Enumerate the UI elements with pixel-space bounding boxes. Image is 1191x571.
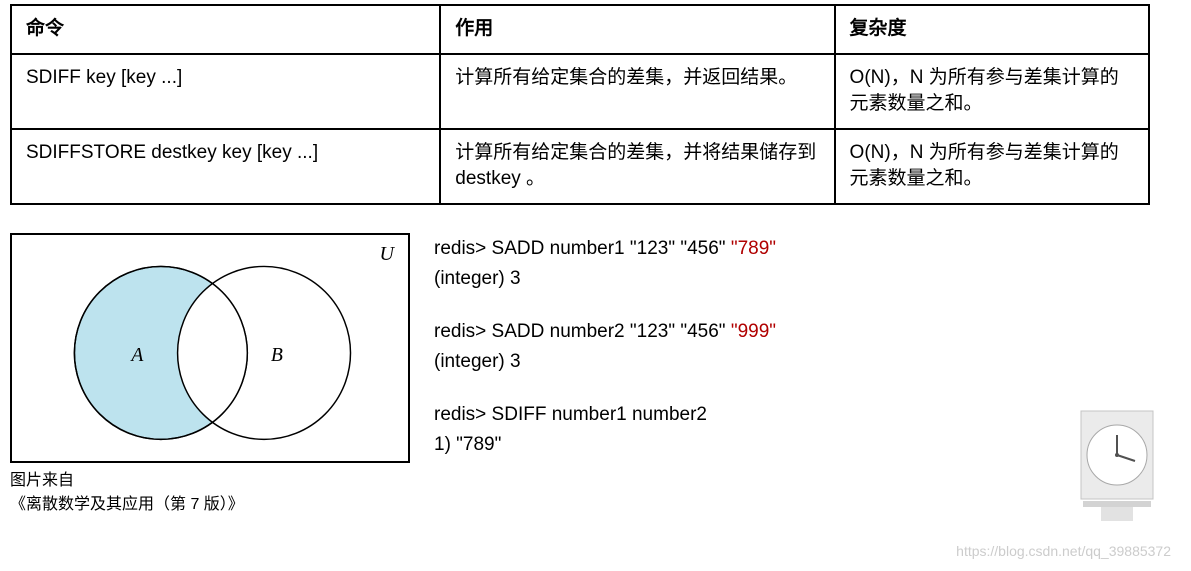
cell-desc: 计算所有给定集合的差集，并将结果储存到 destkey 。 <box>440 129 834 204</box>
caption-line: 《离散数学及其应用（第 7 版）》 <box>10 493 410 517</box>
venn-block: U A B 图片来自 《离散数学及其应用（第 7 版）》 <box>10 233 410 517</box>
venn-diagram-icon: A B <box>12 235 408 461</box>
code-line: (integer) 3 <box>434 265 776 294</box>
highlight-red: "999" <box>731 321 776 342</box>
code-line: redis> SDIFF number1 number2 <box>434 401 776 430</box>
table-row: SDIFF key [key ...] 计算所有给定集合的差集，并返回结果。 O… <box>11 54 1149 129</box>
cell-cmd: SDIFFSTORE destkey key [key ...] <box>11 129 440 204</box>
table-header-row: 命令 作用 复杂度 <box>11 5 1149 54</box>
header-complexity: 复杂度 <box>835 5 1149 54</box>
venn-caption: 图片来自 《离散数学及其应用（第 7 版）》 <box>10 469 410 517</box>
cell-complexity: O(N)，N 为所有参与差集计算的元素数量之和。 <box>835 54 1149 129</box>
venn-label-b: B <box>271 344 283 366</box>
highlight-red: "789" <box>731 238 776 259</box>
table-row: SDIFFSTORE destkey key [key ...] 计算所有给定集… <box>11 129 1149 204</box>
cell-desc: 计算所有给定集合的差集，并返回结果。 <box>440 54 834 129</box>
header-cmd: 命令 <box>11 5 440 54</box>
code-line: 1) "789" <box>434 431 776 460</box>
watermark-text: https://blog.csdn.net/qq_39885372 <box>956 543 1171 559</box>
code-line: (integer) 3 <box>434 348 776 377</box>
code-line: redis> SADD number1 "123" "456" "789" <box>434 235 776 264</box>
caption-line: 图片来自 <box>10 469 410 493</box>
venn-diagram-box: U A B <box>10 233 410 463</box>
header-desc: 作用 <box>440 5 834 54</box>
venn-label-u: U <box>380 243 394 266</box>
cell-complexity: O(N)，N 为所有参与差集计算的元素数量之和。 <box>835 129 1149 204</box>
command-table: 命令 作用 复杂度 SDIFF key [key ...] 计算所有给定集合的差… <box>10 4 1150 205</box>
clock-decoration-icon <box>1061 401 1171 531</box>
cell-cmd: SDIFF key [key ...] <box>11 54 440 129</box>
content-row: U A B 图片来自 《离散数学及其应用（第 7 版）》 redis> <box>10 233 1181 517</box>
code-line: redis> SADD number2 "123" "456" "999" <box>434 318 776 347</box>
code-block: redis> SADD number1 "123" "456" "789" (i… <box>434 233 776 517</box>
venn-label-a: A <box>129 344 144 366</box>
